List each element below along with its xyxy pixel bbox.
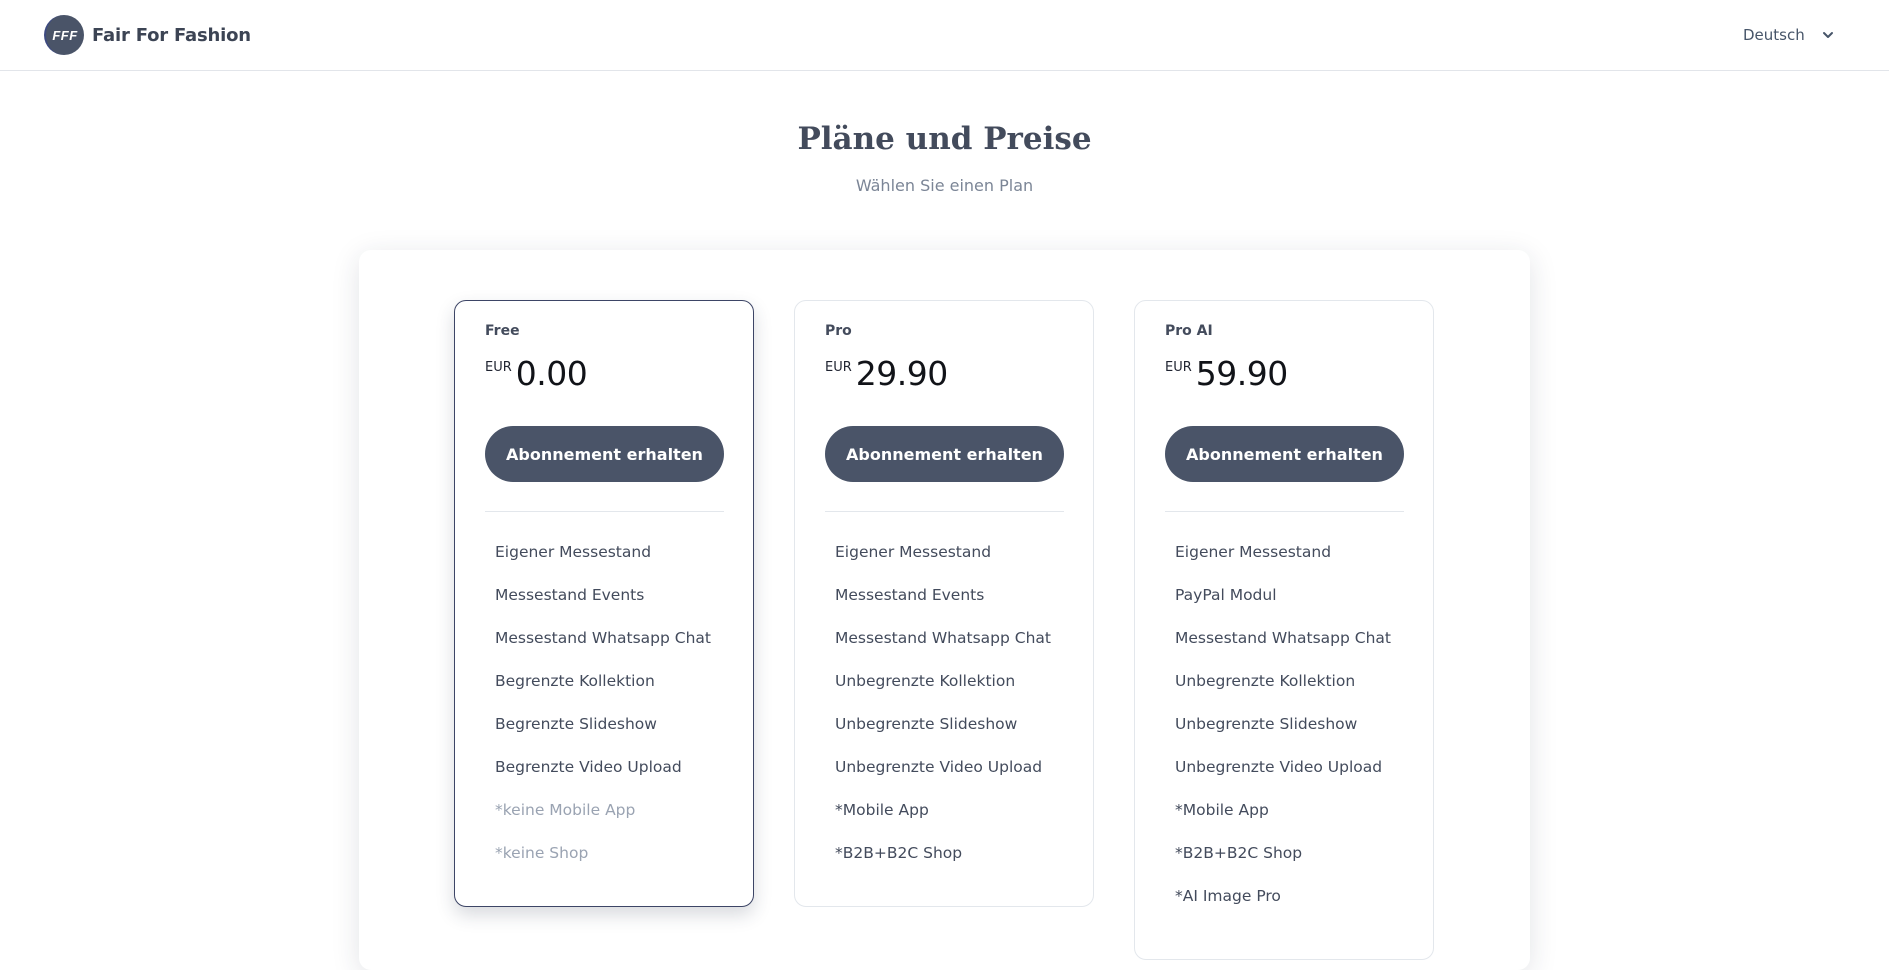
feature-item: *AI Image Pro (1175, 887, 1281, 905)
feature-item: Messestand Events (835, 586, 985, 604)
plan-card-pro-ai[interactable]: Pro AI EUR 59.90 Abonnement erhalten Eig… (1134, 300, 1434, 960)
feature-item: Begrenzte Slideshow (495, 715, 657, 733)
plan-name: Pro (825, 323, 852, 339)
language-selected-value: Deutsch (1743, 26, 1805, 44)
feature-item: Unbegrenzte Slideshow (1175, 715, 1358, 733)
feature-item: Unbegrenzte Video Upload (835, 758, 1043, 776)
feature-item-unavailable: *keine Shop (495, 844, 589, 862)
feature-item: Messestand Whatsapp Chat (835, 629, 1051, 647)
feature-item: PayPal Modul (1175, 586, 1277, 604)
feature-list: Eigener Messestand Messestand Events Mes… (495, 541, 711, 885)
plan-card-pro[interactable]: Pro EUR 29.90 Abonnement erhalten Eigene… (794, 300, 1094, 907)
price-amount: 0.00 (515, 354, 588, 393)
subscribe-button-pro-ai[interactable]: Abonnement erhalten (1165, 426, 1404, 482)
feature-item: Unbegrenzte Kollektion (835, 672, 1016, 690)
feature-item: Messestand Events (495, 586, 645, 604)
plan-price: EUR 59.90 (1165, 354, 1288, 394)
subscribe-button-pro[interactable]: Abonnement erhalten (825, 426, 1064, 482)
plan-price: EUR 29.90 (825, 354, 948, 394)
feature-item: Begrenzte Kollektion (495, 672, 655, 690)
price-currency: EUR (1165, 360, 1192, 375)
logo-text: Fair For Fashion (92, 24, 251, 46)
plan-price: EUR 0.00 (485, 354, 588, 394)
page-subtitle: Wählen Sie einen Plan (855, 176, 1034, 195)
feature-item: *Mobile App (1175, 801, 1269, 819)
card-divider (825, 511, 1064, 512)
feature-list: Eigener Messestand Messestand Events Mes… (835, 541, 1051, 885)
feature-item: *Mobile App (835, 801, 929, 819)
feature-item: Eigener Messestand (495, 543, 652, 561)
feature-item: Unbegrenzte Slideshow (835, 715, 1018, 733)
subscribe-button-free[interactable]: Abonnement erhalten (485, 426, 724, 482)
feature-list: Eigener Messestand PayPal Modul Messesta… (1175, 541, 1391, 928)
feature-item: Eigener Messestand (1175, 543, 1332, 561)
language-selector[interactable]: Deutsch (1743, 24, 1835, 46)
feature-item-unavailable: *keine Mobile App (495, 801, 636, 819)
card-divider (1165, 511, 1404, 512)
price-amount: 29.90 (855, 354, 948, 393)
price-amount: 59.90 (1195, 354, 1288, 393)
feature-item: *B2B+B2C Shop (1175, 844, 1303, 862)
feature-item: *B2B+B2C Shop (835, 844, 963, 862)
logo-badge: FFF (44, 15, 84, 55)
brand-logo[interactable]: FFF Fair For Fashion (44, 15, 251, 55)
chevron-down-icon (1822, 32, 1833, 38)
price-currency: EUR (485, 360, 512, 375)
card-divider (485, 511, 724, 512)
feature-item: Unbegrenzte Video Upload (1175, 758, 1383, 776)
feature-item: Unbegrenzte Kollektion (1175, 672, 1356, 690)
feature-item: Messestand Whatsapp Chat (495, 629, 711, 647)
page-title: Pläne und Preise (797, 121, 1092, 157)
plan-name: Pro AI (1165, 323, 1213, 339)
feature-item: Messestand Whatsapp Chat (1175, 629, 1391, 647)
feature-item: Eigener Messestand (835, 543, 992, 561)
plan-card-free[interactable]: Free EUR 0.00 Abonnement erhalten Eigene… (454, 300, 754, 907)
feature-item: Begrenzte Video Upload (495, 758, 682, 776)
plan-name: Free (485, 323, 520, 339)
price-currency: EUR (825, 360, 852, 375)
top-navigation-bar: FFF Fair For Fashion Deutsch (0, 0, 1889, 71)
